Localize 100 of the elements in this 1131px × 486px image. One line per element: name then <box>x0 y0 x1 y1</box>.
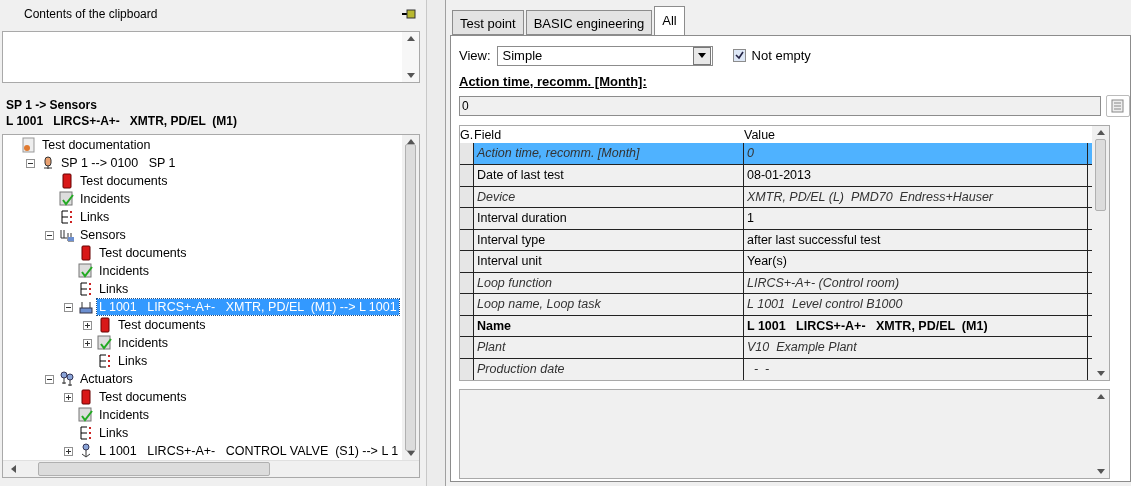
field-cell: Loop function <box>474 272 744 294</box>
tree-item[interactable]: Sensors <box>78 227 128 243</box>
book-icon <box>97 317 113 333</box>
row-header-cell[interactable] <box>460 272 474 294</box>
field-cell: Action time, recomm. [Month] <box>474 143 744 165</box>
tab[interactable]: All <box>654 6 685 35</box>
book-icon <box>78 245 94 261</box>
expand-toggle[interactable] <box>83 338 92 348</box>
checklist-icon <box>97 335 113 351</box>
tree-item[interactable]: Links <box>78 209 112 225</box>
value-cell: 0 <box>744 143 1088 165</box>
tree-item[interactable]: Actuators <box>78 371 135 387</box>
field-cell: Plant <box>474 337 744 358</box>
row-header-cell[interactable] <box>460 208 474 229</box>
value-cell: Year(s) <box>744 251 1088 272</box>
table-row[interactable]: Production date - - <box>460 358 1092 381</box>
table-row[interactable]: Interval duration 1 <box>460 208 1092 230</box>
vertical-scrollbar[interactable] <box>402 135 419 460</box>
clipboard-textbox[interactable] <box>2 31 420 83</box>
scroll-down-icon[interactable] <box>406 73 415 78</box>
tree-item[interactable]: Test documents <box>116 317 208 333</box>
field-label: Action time, recomm. [Month]: <box>459 73 648 89</box>
expand-toggle[interactable] <box>64 446 73 456</box>
field-cell: Date of last test <box>474 165 744 186</box>
value-cell: after last successful test <box>744 229 1088 251</box>
table-row[interactable]: Action time, recomm. [Month] 0 <box>460 143 1092 166</box>
scroll-thumb[interactable] <box>1095 138 1106 211</box>
row-header-cell[interactable] <box>460 315 474 337</box>
view-dropdown[interactable]: Simple <box>496 45 713 66</box>
collapse-toggle[interactable] <box>45 374 54 384</box>
scroll-up-icon[interactable] <box>1096 394 1105 400</box>
column-header: Field <box>474 127 503 142</box>
table-row[interactable]: Loop name, Loop task L 1001 Level control B1000 <box>460 294 1092 316</box>
value-cell: V10 Example Plant <box>744 337 1088 358</box>
tree-item[interactable]: Links <box>97 425 131 441</box>
collapse-toggle[interactable] <box>64 302 73 312</box>
tree-item[interactable]: Incidents <box>97 407 152 423</box>
book-icon <box>59 173 75 189</box>
row-header-cell[interactable] <box>460 294 474 315</box>
field-cell: Production date <box>474 358 744 380</box>
table-row[interactable]: Loop function LIRCS+-A+- (Control room) <box>460 272 1092 295</box>
tab[interactable]: BASIC engineering <box>525 10 653 35</box>
row-header-cell[interactable] <box>460 337 474 358</box>
checklist-icon <box>78 407 94 423</box>
tree-item[interactable]: Test documents <box>97 389 189 405</box>
tree-item[interactable]: L 1001 LIRCS+-A+- CONTROL VALVE (S1) --> L 1 <box>97 443 401 459</box>
value-cell: L 1001 LIRCS+-A+- XMTR, PD/EL (M1) <box>744 315 1088 337</box>
tree-item[interactable]: SP 1 --> 0100 SP 1 <box>59 155 178 171</box>
sensor-group-icon <box>59 227 75 243</box>
valve-group-icon <box>59 371 75 387</box>
list-icon <box>97 353 113 369</box>
field-cell: Interval type <box>474 229 744 251</box>
field-cell: Interval duration <box>474 208 744 229</box>
table-row[interactable]: Name L 1001 LIRCS+-A+- XMTR, PD/EL (M1) <box>460 315 1092 338</box>
collapse-toggle[interactable] <box>26 158 35 168</box>
row-header-cell[interactable] <box>460 165 474 186</box>
value-field[interactable]: 0 <box>459 95 1101 116</box>
table-row[interactable]: Date of last test 08-01-2013 <box>460 165 1092 187</box>
tree-item[interactable]: Links <box>116 353 150 369</box>
list-icon <box>59 209 75 225</box>
table-row[interactable]: Plant V10 Example Plant <box>460 337 1092 359</box>
value-cell: L 1001 Level control B1000 <box>744 294 1088 315</box>
scroll-left-icon[interactable] <box>11 465 16 473</box>
collapse-toggle[interactable] <box>45 230 54 240</box>
tab[interactable]: Test point <box>452 10 524 35</box>
checkbox[interactable] <box>732 49 746 63</box>
pin-icon[interactable] <box>402 9 416 19</box>
expand-toggle[interactable] <box>64 392 73 402</box>
vertical-scrollbar[interactable] <box>1092 125 1109 381</box>
row-header-cell[interactable] <box>460 251 474 272</box>
tree-item[interactable]: Test documents <box>78 173 170 189</box>
scroll-thumb[interactable] <box>405 144 416 451</box>
tree-item[interactable]: Incidents <box>116 335 171 351</box>
row-header-cell[interactable] <box>460 143 474 165</box>
checklist-icon <box>78 263 94 279</box>
row-header-cell[interactable] <box>460 186 474 208</box>
scroll-thumb[interactable] <box>38 462 270 476</box>
book-icon <box>78 389 94 405</box>
tree-item[interactable]: Incidents <box>78 191 133 207</box>
tree-item[interactable]: Incidents <box>97 263 152 279</box>
row-header-cell[interactable] <box>460 358 474 380</box>
tree-item[interactable]: Test documentation <box>40 137 153 153</box>
item-label: L 1001 LIRCS+-A+- XMTR, PD/EL (M1) <box>6 113 238 129</box>
row-header-cell[interactable] <box>460 229 474 251</box>
document-icon <box>21 137 37 153</box>
scroll-up-icon[interactable] <box>1096 129 1105 135</box>
field-cell: Loop name, Loop task <box>474 294 744 315</box>
horizontal-scrollbar[interactable] <box>3 460 419 477</box>
value-cell: 1 <box>744 208 1088 229</box>
field-cell: Name <box>474 315 744 337</box>
column-header: Value <box>744 127 777 142</box>
tree-item[interactable]: Links <box>97 281 131 297</box>
table-row[interactable]: Interval unit Year(s) <box>460 251 1092 273</box>
scroll-down-icon[interactable] <box>1096 371 1105 377</box>
tree-item[interactable]: Test documents <box>97 245 189 261</box>
table-row[interactable]: Device XMTR, PD/EL (L) PMD70 Endress+Hauser <box>460 186 1092 209</box>
scroll-up-icon[interactable] <box>406 36 415 41</box>
expand-toggle[interactable] <box>83 320 92 330</box>
table-row[interactable]: Interval type after last successful test <box>460 229 1092 252</box>
scroll-down-icon[interactable] <box>1096 469 1105 474</box>
